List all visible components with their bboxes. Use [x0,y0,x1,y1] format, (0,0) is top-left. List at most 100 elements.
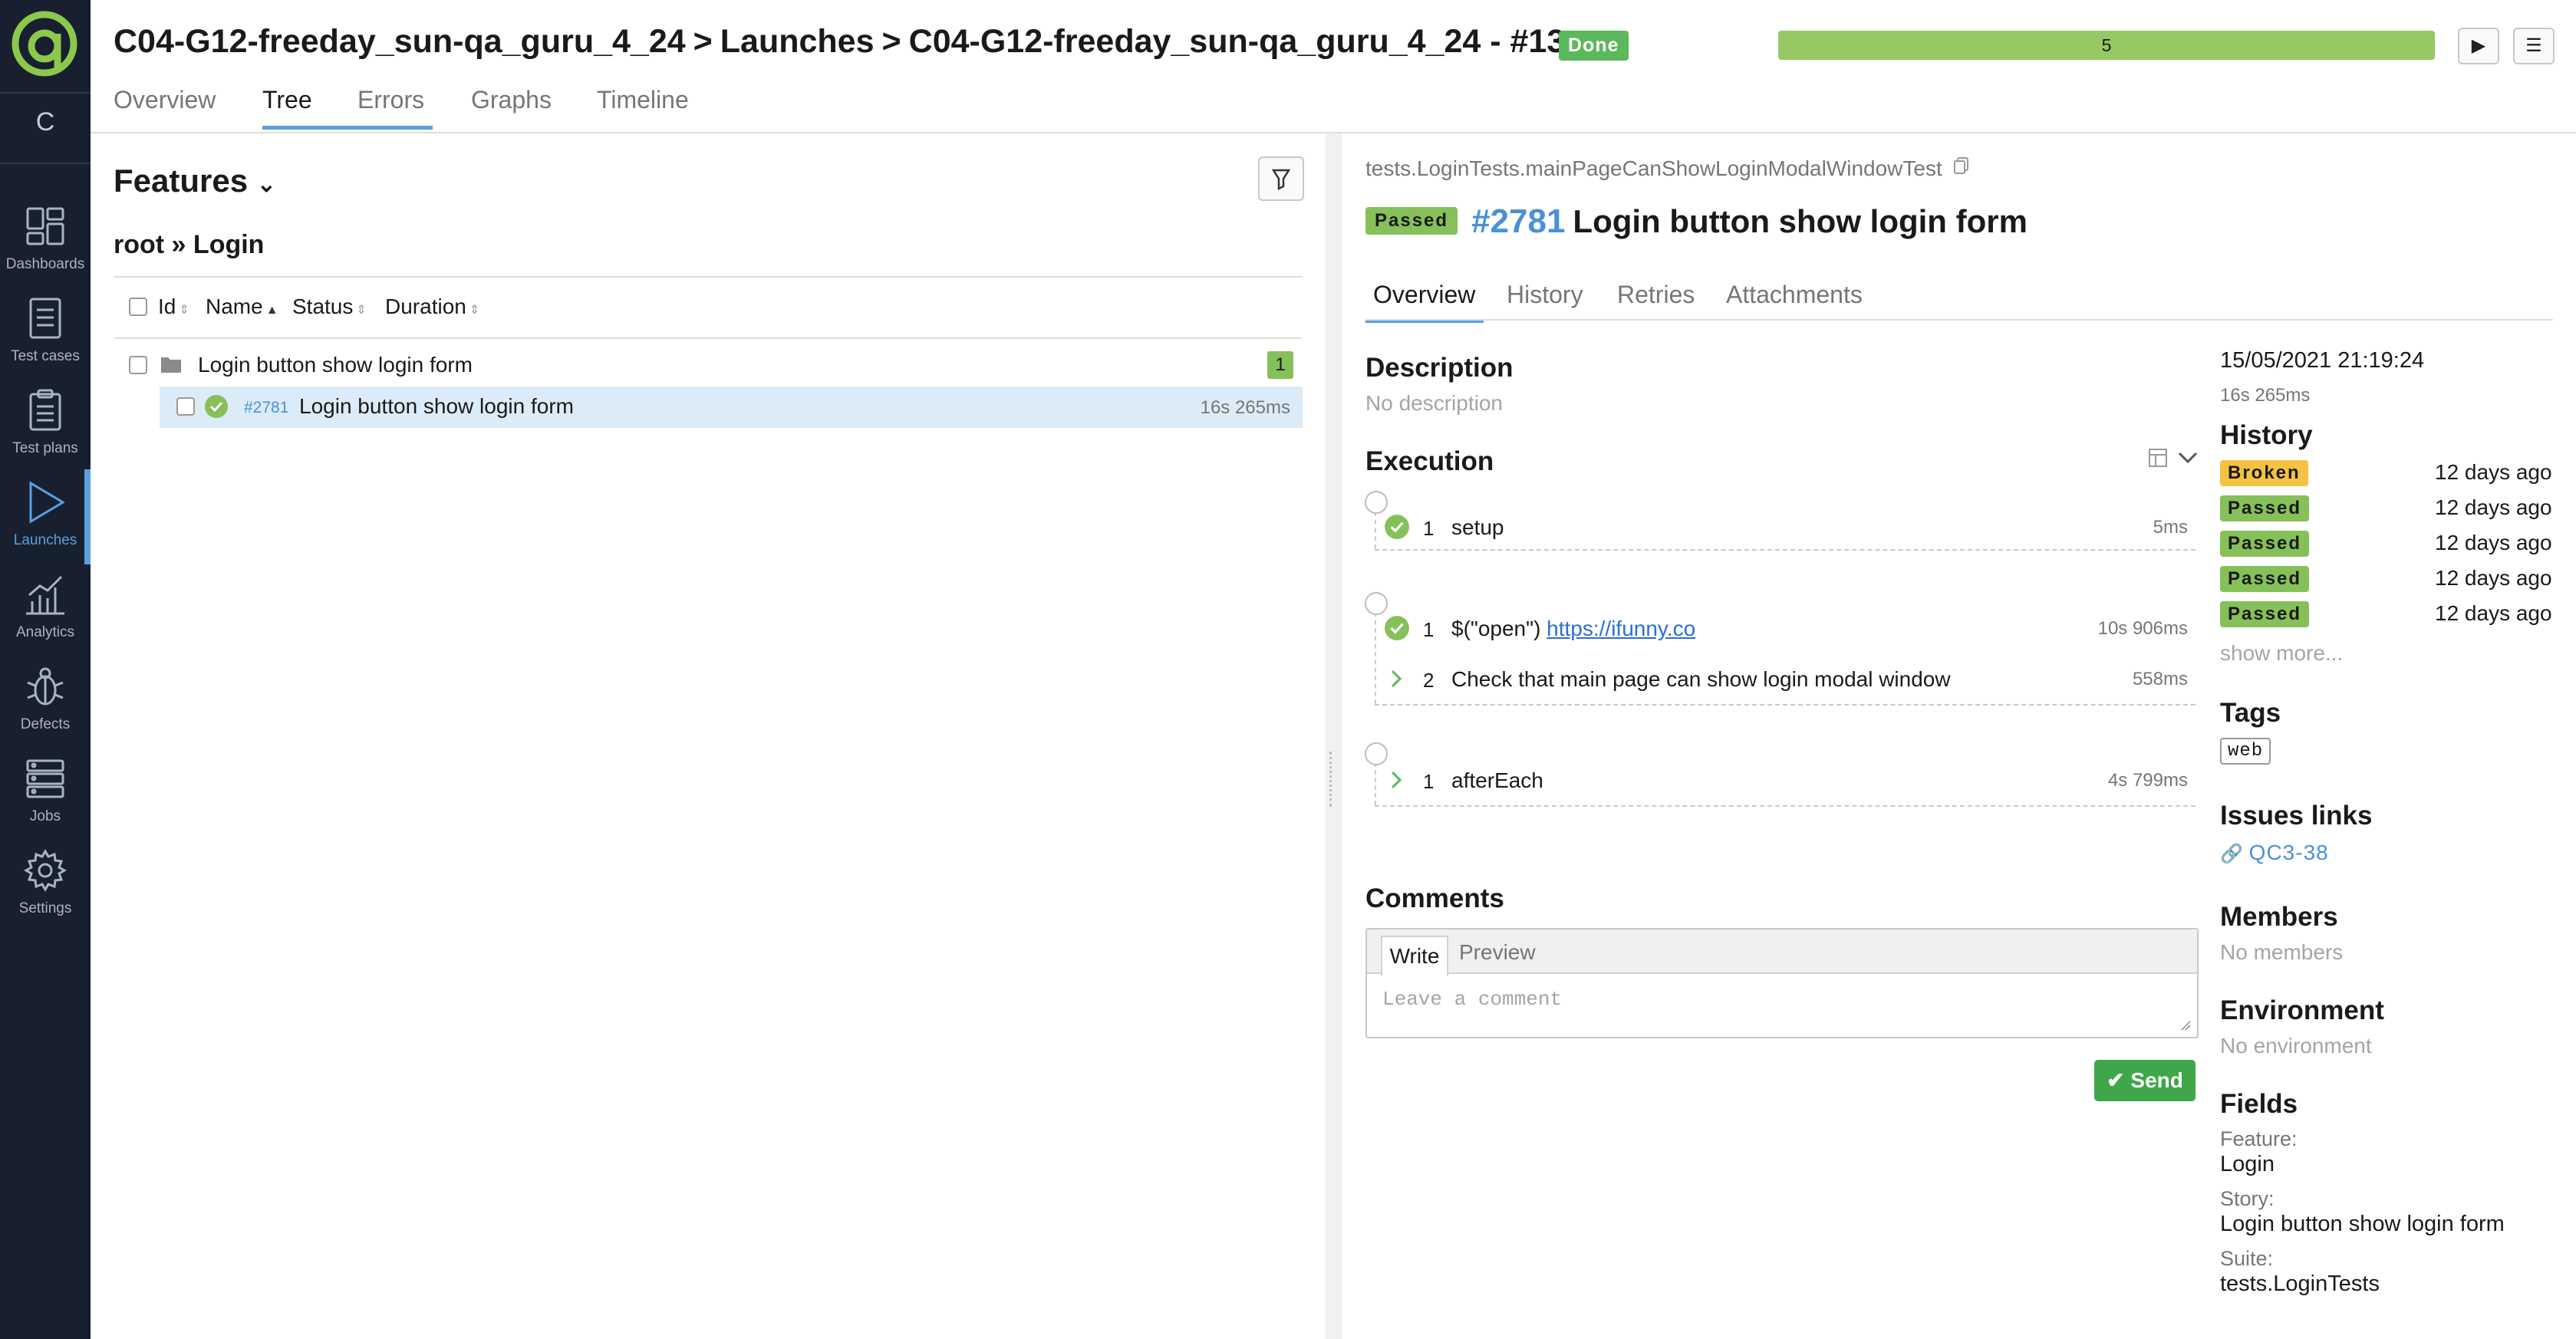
column-label: Name [206,294,263,318]
tree-title: Features [114,163,249,199]
send-button[interactable]: ✔ Send [2094,1060,2196,1101]
divider [114,276,1303,278]
breadcrumb-separator: > [881,23,901,60]
tab-graphs[interactable]: Graphs [471,86,552,114]
page-title: C04-G12-freeday_sun-qa_guru_4_24 > Launche… [114,23,1565,61]
sidebar-item-defects[interactable]: Defects [0,664,91,748]
column-label: Status [292,294,354,318]
step-row[interactable]: 1 setup 5ms [1375,503,2196,551]
result-id: #2781 [1471,202,1566,240]
step-text: afterEach [1451,768,1543,792]
tab-timeline[interactable]: Timeline [597,86,689,114]
issue-key: QC3-38 [2248,841,2329,864]
step-duration: 4s 799ms [2107,770,2188,791]
layout-toggle-icon[interactable] [2148,448,2168,468]
step-prefix: $("open") [1451,617,1547,640]
test-full-name: tests.LoginTests.mainPageCanShowLoginMod… [1365,156,1970,181]
passed-status-icon [1385,616,1409,640]
comments-title: Comments [1365,883,1504,913]
tag[interactable]: web [2220,738,2271,765]
tab-write[interactable]: Write [1381,936,1448,975]
collapse-all-icon[interactable] [2177,449,2199,466]
project-switcher[interactable]: C [0,107,91,137]
active-indicator [84,469,91,564]
copy-icon[interactable] [1953,156,1970,175]
table-row[interactable]: #2781 Login button show login form 16s 2… [160,387,1303,428]
dashboards-icon [26,207,64,245]
test-cases-icon [29,298,61,339]
row-checkbox[interactable] [176,397,195,416]
sidebar-item-launches[interactable]: Launches [0,480,91,564]
tab-attachments[interactable]: Attachments [1726,281,1863,309]
step-text: $("open") https://ifunny.co [1451,617,1695,641]
breadcrumb-launch: C04-G12-freeday_sun-qa_guru_4_24 - #13 [908,23,1566,60]
tree-group-row[interactable]: Login button show login form [114,347,1303,387]
panel-splitter[interactable] [1326,133,1342,1339]
column-name[interactable]: Name ▲ [206,294,278,319]
step-duration: 558ms [2132,669,2188,689]
logo-icon[interactable] [11,11,78,77]
history-status-badge[interactable]: Passed [2220,566,2310,592]
chevron-right-icon[interactable] [1388,669,1404,689]
issue-link[interactable]: 🔗 QC3-38 [2220,841,2329,865]
sidebar-item-analytics[interactable]: Analytics [0,572,91,656]
sidebar-item-settings[interactable]: Settings [0,848,91,933]
sidebar-item-label: Defects [20,716,71,732]
column-label: Id [158,294,176,318]
drag-handle-icon [1329,752,1341,807]
folder-icon [161,357,181,373]
tree-grouping-selector[interactable]: Features ⌄ [114,163,276,199]
tab-retries[interactable]: Retries [1617,281,1695,309]
tab-tree[interactable]: Tree [262,86,312,114]
history-status-badge[interactable]: Passed [2220,495,2310,521]
divider [1365,319,2553,321]
field-label: Suite: [2220,1247,2274,1270]
field-label: Feature: [2220,1127,2298,1150]
column-id[interactable]: Id ⇕ [158,294,189,319]
tab-overview[interactable]: Overview [1373,281,1475,309]
members-title: Members [2220,902,2338,932]
select-all-checkbox[interactable] [129,298,147,316]
tab-history[interactable]: History [1507,281,1583,309]
sidebar-item-jobs[interactable]: Jobs [0,756,91,841]
show-more-link[interactable]: show more... [2220,641,2343,666]
history-status-badge[interactable]: Passed [2220,601,2310,627]
breadcrumb-project[interactable]: C04-G12-freeday_sun-qa_guru_4_24 [114,23,686,60]
tab-errors[interactable]: Errors [357,86,424,114]
tab-preview[interactable]: Preview [1459,940,1536,965]
sidebar-item-label: Test cases [11,348,80,364]
step-link[interactable]: https://ifunny.co [1547,617,1695,640]
step-row[interactable]: 2 Check that main page can show login mo… [1375,653,2196,706]
comment-input[interactable]: Leave a comment [1382,988,1562,1011]
sidebar: C Dashboards Test cases Test plans Launc… [0,0,91,1339]
sidebar-item-label: Launches [13,532,77,548]
sidebar-item-test-plans[interactable]: Test plans [0,388,91,472]
step-row[interactable]: 1 afterEach 4s 799ms [1375,755,2196,807]
sidebar-item-test-cases[interactable]: Test cases [0,296,91,380]
history-status-badge[interactable]: Passed [2220,531,2310,557]
members-text: No members [2220,940,2344,964]
row-checkbox[interactable] [129,356,147,374]
sort-icon: ⇕ [356,304,367,317]
filter-button[interactable] [1258,156,1304,201]
tab-overview[interactable]: Overview [114,86,216,114]
step-number: 1 [1423,770,1435,793]
fields-title: Fields [2220,1089,2298,1119]
result-duration: 16s 265ms [2220,385,2311,406]
description-text: No description [1365,391,1503,415]
menu-button[interactable]: ☰ [2513,28,2555,64]
breadcrumb-launches[interactable]: Launches [720,23,875,60]
breadcrumb-root[interactable]: root [114,230,164,259]
step-row[interactable]: 1 $("open") https://ifunny.co 10s 906ms [1375,604,2196,650]
chevron-right-icon[interactable] [1388,770,1404,790]
resize-handle-icon[interactable] [2180,1020,2191,1031]
field-value: Login button show login form [2220,1212,2505,1236]
sidebar-item-dashboards[interactable]: Dashboards [0,204,91,288]
breadcrumb-current: Login [193,230,265,259]
column-status[interactable]: Status ⇕ [292,294,367,319]
history-status-badge[interactable]: Broken [2220,460,2308,486]
step-number: 2 [1423,669,1435,692]
step-text: Check that main page can show login moda… [1451,667,1951,691]
run-button[interactable]: ▶ [2458,28,2499,64]
column-duration[interactable]: Duration ⇕ [385,294,479,319]
